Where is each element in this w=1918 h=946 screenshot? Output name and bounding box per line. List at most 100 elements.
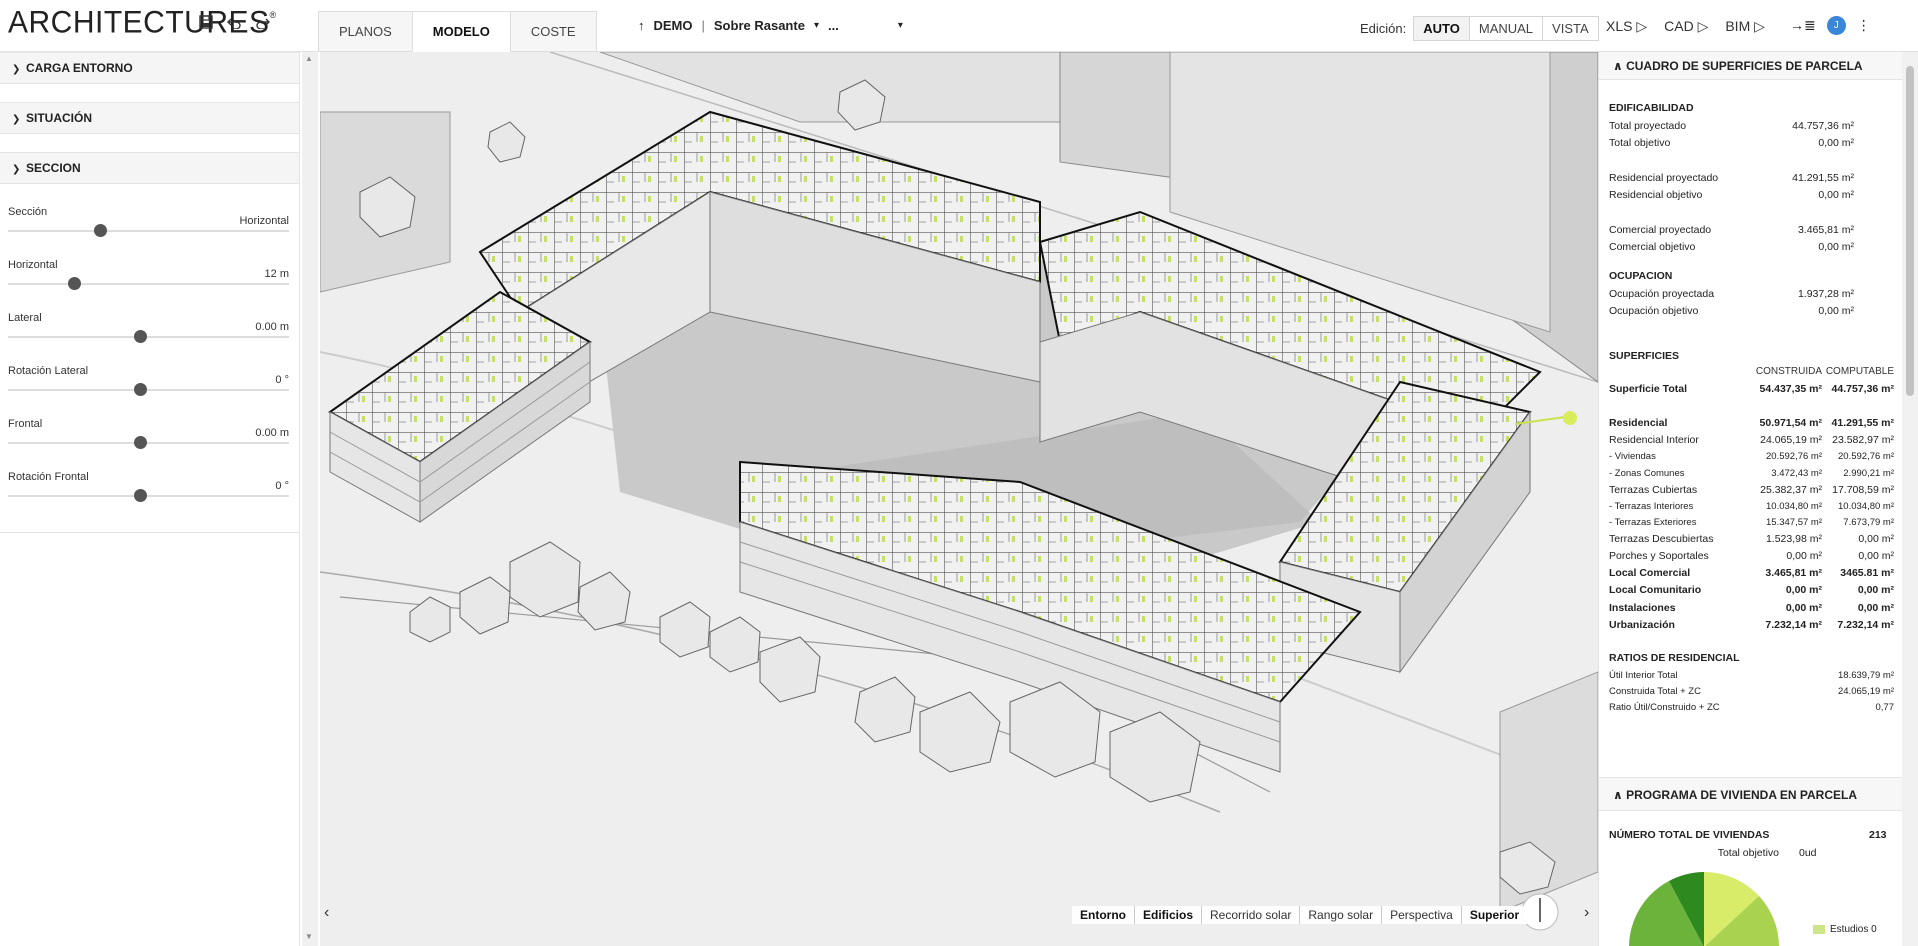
slider-row: Sección Horizontal (0, 206, 299, 259)
kebab-menu-icon[interactable]: ⋮ (1857, 17, 1871, 34)
slider-track[interactable] (8, 283, 289, 285)
programa-section: ∧ PROGRAMA DE VIVIENDA EN PARCELA NÚMERO… (1599, 777, 1902, 946)
avatar[interactable]: J (1826, 16, 1846, 35)
ocupacion-rows: Ocupación proyectada 1.937,28 m² Ocupación… (1609, 285, 1894, 320)
view-perspectiva[interactable]: Perspectiva (1382, 906, 1462, 924)
separator: | (701, 18, 705, 33)
tab-modelo[interactable]: MODELO (411, 11, 511, 52)
scroll-thumb[interactable] (1906, 66, 1914, 396)
ratio-label: Ratio Útil/Construido + ZC (1609, 701, 1720, 713)
slider-label: Sección (8, 206, 48, 218)
row-construida: 1.523,98 m² (1765, 533, 1822, 546)
view-recorrido-solar[interactable]: Recorrido solar (1202, 906, 1301, 924)
edition-segmented: AUTO MANUAL VISTA (1413, 16, 1599, 41)
model-viewport[interactable]: Entorno Edificios Recorrido solar Rango … (320, 52, 1598, 946)
right-panel: ∧ CUADRO DE SUPERFICIES DE PARCELA EDIFI… (1598, 52, 1902, 946)
scroll-up-icon[interactable]: ▲ (305, 54, 315, 64)
export-xls-button[interactable]: XLS ▷ (1606, 18, 1647, 35)
row-computable: 7.232,14 m² (1837, 619, 1894, 632)
metric-row: Ocupación proyectada 1.937,28 m² (1609, 285, 1894, 303)
row-construida: 3.465,81 m² (1765, 566, 1822, 579)
section-label: CARGA ENTORNO (26, 61, 133, 75)
objetivo-value: 0ud (1799, 847, 1817, 859)
save-icon[interactable] (196, 15, 216, 35)
arrow-up-icon[interactable]: ↑ (638, 18, 645, 33)
total-viviendas-value: 213 (1869, 829, 1887, 841)
export-bim-button[interactable]: BIM ▷ (1725, 18, 1765, 35)
slider-handle[interactable] (134, 436, 147, 449)
ratios-rows: Útil Interior Total 18.639,79 m² Construid… (1609, 667, 1894, 715)
slider-value: 0 ° (275, 374, 289, 386)
row-label: - Zonas Comunes (1609, 467, 1685, 479)
collapse-list-icon[interactable]: →≣ (1790, 17, 1816, 34)
section-situacion[interactable]: ❯ SITUACIÓN (0, 102, 299, 134)
redo-icon[interactable] (252, 15, 272, 35)
right-scrollbar[interactable] (1902, 52, 1918, 946)
row-construida: 3.472,43 m² (1771, 467, 1822, 479)
left-scrollbar[interactable]: ▲ ▼ (302, 52, 318, 946)
slider-row: Rotación Lateral 0 ° (0, 365, 299, 418)
row-computable: 44.757,36 m² (1831, 382, 1894, 395)
slider-handle[interactable] (134, 489, 147, 502)
view-rango-solar[interactable]: Rango solar (1300, 906, 1383, 924)
slider-track[interactable] (8, 389, 289, 391)
chevron-left-icon[interactable]: ‹ (324, 904, 329, 922)
metric-label: Total objetivo (1609, 137, 1671, 150)
slider-track[interactable] (8, 336, 289, 338)
slider-handle[interactable] (134, 330, 147, 343)
chevron-down-icon[interactable]: ▾ (814, 20, 819, 31)
programa-header[interactable]: ∧ PROGRAMA DE VIVIENDA EN PARCELA (1599, 777, 1902, 811)
pie-legend: Estudios 0 (1813, 924, 1877, 935)
row-construida: 0,00 m² (1785, 584, 1822, 597)
view-superior[interactable]: Superior (1462, 906, 1527, 924)
section-seccion[interactable]: ❯ SECCION (0, 152, 299, 184)
table-row: Porches y Soportales 0,00 m² 0,00 m² (1609, 548, 1894, 565)
slider-value: 12 m (264, 268, 289, 280)
metric-row: Total proyectado 44.757,36 m² (1609, 117, 1894, 135)
slider-track[interactable] (8, 442, 289, 444)
undo-icon[interactable] (224, 15, 244, 35)
row-construida: 7.232,14 m² (1765, 619, 1822, 632)
slider-handle[interactable] (68, 277, 81, 290)
chevron-right-icon[interactable]: › (1584, 904, 1589, 922)
mode-auto[interactable]: AUTO (1414, 17, 1470, 40)
total-objetivo-row: Total objetivo 0ud (1599, 847, 1902, 859)
slider-row: Frontal 0.00 m (0, 418, 299, 471)
view-edificios[interactable]: Edificios (1135, 906, 1203, 924)
row-computable: 17.708,59 m² (1832, 483, 1894, 496)
slider-track[interactable] (8, 495, 289, 497)
section-carga-entorno[interactable]: ❯ CARGA ENTORNO (0, 52, 299, 84)
slider-track[interactable] (8, 230, 289, 232)
level-dropdown[interactable]: Sobre Rasante (714, 18, 805, 33)
project-name[interactable]: DEMO (654, 18, 693, 33)
cuadro-header[interactable]: ∧ CUADRO DE SUPERFICIES DE PARCELA (1599, 52, 1902, 80)
slider-label: Rotación Lateral (8, 365, 89, 377)
main-tabs: PLANOS MODELO COSTE (318, 11, 597, 52)
chevron-down-icon[interactable]: ▾ (898, 20, 903, 31)
left-panel: ❯ CARGA ENTORNO ❯ SITUACIÓN ❯ SECCION Secci… (0, 52, 300, 946)
row-construida: 54.437,35 m² (1759, 382, 1822, 395)
mode-manual[interactable]: MANUAL (1470, 17, 1544, 40)
slider-handle[interactable] (134, 383, 147, 396)
ratio-value: 24.065,19 m² (1838, 685, 1894, 697)
tab-planos[interactable]: PLANOS (318, 11, 413, 52)
view-entorno[interactable]: Entorno (1072, 906, 1135, 924)
top-bar: ARCHITECTURES® PLANOS MODELO COSTE ↑ DEM… (0, 0, 1918, 52)
metric-label: Residencial objetivo (1609, 189, 1703, 202)
scroll-down-icon[interactable]: ▼ (305, 932, 315, 942)
slider-handle[interactable] (94, 224, 108, 237)
table-row: Residencial Interior 24.065,19 m² 23.582,9… (1609, 432, 1894, 449)
mode-vista[interactable]: VISTA (1543, 17, 1598, 40)
table-row: - Terrazas Interiores 10.034,80 m² 10.034,… (1609, 498, 1894, 515)
building-render (320, 52, 1598, 946)
tab-coste[interactable]: COSTE (509, 11, 597, 52)
table-row-total: Superficie Total 54.437,35 m² 44.757,36 … (1609, 380, 1894, 398)
row-computable: 0,00 m² (1857, 584, 1894, 597)
view-mode-bar: Entorno Edificios Recorrido solar Rango … (1072, 906, 1528, 924)
metric-value: 0,00 m² (1818, 305, 1854, 318)
edition-label: Edición: (1360, 21, 1407, 36)
metric-value: 44.757,36 m² (1792, 119, 1854, 132)
row-construida: 0,00 m² (1785, 601, 1822, 614)
more-dropdown[interactable]: ... (828, 18, 839, 33)
export-cad-button[interactable]: CAD ▷ (1664, 18, 1708, 35)
